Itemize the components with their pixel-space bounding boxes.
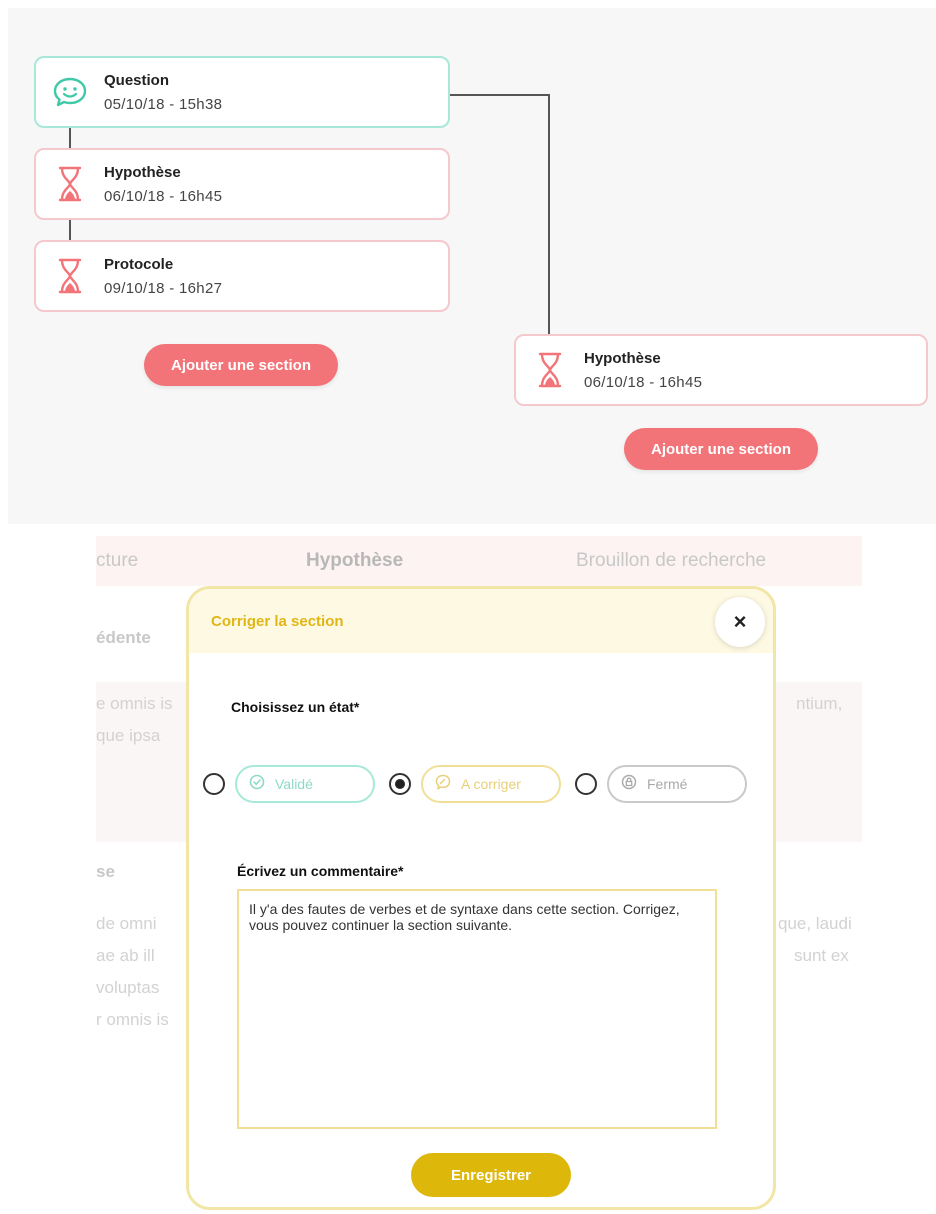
tab-brouillon: Brouillon de recherche [576, 550, 767, 571]
state-label-ferme: Fermé [647, 776, 688, 792]
card-title: Question [104, 71, 170, 89]
card-date: 05/10/18 - 15h38 [104, 95, 223, 113]
timeline-card-hypothese[interactable]: Hypothèse 06/10/18 - 16h45 [34, 148, 450, 220]
card-title: Hypothèse [104, 163, 181, 181]
hourglass-icon [516, 336, 584, 404]
state-pill-a-corriger[interactable]: A corriger [421, 765, 561, 803]
radio-a-corriger[interactable] [389, 773, 411, 795]
comment-label: Écrivez un commentaire* [237, 863, 404, 879]
add-section-button[interactable]: Ajouter une section [144, 344, 338, 386]
state-options: Validé A corriger Fermé [203, 765, 761, 803]
add-section-button[interactable]: Ajouter une section [624, 428, 818, 470]
background-tabs: cture Hypothèse Brouillon de recherche [96, 536, 862, 586]
connector-line [548, 94, 550, 336]
background-text: se [96, 862, 115, 881]
timeline-panel: Question 05/10/18 - 15h38 Hypothèse 06/1… [8, 8, 936, 524]
hourglass-icon [36, 242, 104, 310]
background-text: ae ab ill [96, 946, 155, 965]
background-text: édente [96, 628, 151, 647]
timeline-card-question[interactable]: Question 05/10/18 - 15h38 [34, 56, 450, 128]
timeline-card-protocole[interactable]: Protocole 09/10/18 - 16h27 [34, 240, 450, 312]
state-pill-valide[interactable]: Validé [235, 765, 375, 803]
state-pill-ferme[interactable]: Fermé [607, 765, 747, 803]
background-text: que, laudi [778, 914, 852, 933]
radio-ferme[interactable] [575, 773, 597, 795]
card-date: 06/10/18 - 16h45 [584, 373, 703, 391]
connector-line [69, 126, 71, 148]
modal-title: Corriger la section [211, 612, 344, 630]
state-label-a-corriger: A corriger [461, 776, 521, 792]
background-text: voluptas [96, 978, 160, 997]
card-date: 09/10/18 - 16h27 [104, 279, 223, 297]
save-button[interactable]: Enregistrer [411, 1153, 571, 1197]
card-title: Hypothèse [584, 349, 661, 367]
chat-edit-icon [435, 774, 451, 794]
close-icon[interactable]: × [715, 597, 765, 647]
correct-section-modal: Corriger la section × Choisissez un état… [186, 586, 776, 1210]
hourglass-icon [36, 150, 104, 218]
state-label-valide: Validé [275, 776, 313, 792]
chat-smile-icon [36, 58, 104, 126]
modal-header: Corriger la section [189, 589, 773, 653]
tab-hypothese: Hypothèse [306, 550, 404, 571]
background-text: e omnis is [96, 694, 173, 713]
comment-textarea[interactable]: Il y'a des fautes de verbes et de syntax… [237, 889, 717, 1129]
tab-structure: cture [96, 550, 139, 571]
card-title: Protocole [104, 255, 174, 273]
background-text: que ipsa [96, 726, 161, 745]
background-text: de omni [96, 914, 157, 933]
background-text: r omnis is [96, 1010, 169, 1029]
state-label: Choisissez un état* [231, 699, 360, 715]
lock-circle-icon [621, 774, 637, 794]
radio-valide[interactable] [203, 773, 225, 795]
background-text: sunt ex [794, 946, 849, 965]
background-text: ntium, [796, 694, 843, 713]
check-circle-icon [249, 774, 265, 794]
connector-line [69, 218, 71, 240]
timeline-card-hypothese-branch[interactable]: Hypothèse 06/10/18 - 16h45 [514, 334, 928, 406]
card-date: 06/10/18 - 16h45 [104, 187, 223, 205]
connector-line [448, 94, 550, 96]
